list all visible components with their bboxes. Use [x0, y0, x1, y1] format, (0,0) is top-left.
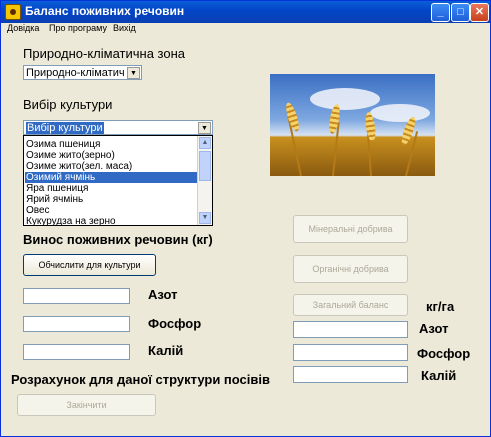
- finish-button[interactable]: Закінчити: [17, 394, 156, 416]
- potassium-removal-field[interactable]: [23, 344, 130, 360]
- mineral-fertilizers-button[interactable]: Мінеральні добрива: [293, 215, 408, 243]
- phosphorus-removal-field[interactable]: [23, 316, 130, 332]
- phosphorus-balance-field[interactable]: [293, 344, 408, 361]
- nitrogen-removal-label: Азот: [148, 287, 178, 302]
- wheat-field-photo: [270, 74, 435, 176]
- cloud-shape: [370, 104, 430, 122]
- zone-select[interactable]: Природно-кліматич ▼: [23, 65, 142, 80]
- scroll-up-icon[interactable]: ▲: [199, 137, 211, 149]
- phosphorus-removal-label: Фосфор: [148, 316, 202, 331]
- nitrogen-removal-field[interactable]: [23, 288, 130, 304]
- culture-select-value: Вибір культури: [26, 122, 104, 134]
- chevron-down-icon[interactable]: ▼: [127, 67, 140, 79]
- removal-label: Винос поживних речовин (кг): [23, 232, 213, 247]
- scroll-down-icon[interactable]: ▼: [199, 212, 211, 224]
- unit-label: кг/га: [426, 299, 455, 314]
- structure-label: Розрахунок для даної структури посівів: [11, 372, 270, 387]
- minimize-button[interactable]: _: [431, 3, 450, 22]
- zone-label: Природно-кліматична зона: [23, 46, 185, 61]
- list-item[interactable]: Озиме жито(зерно): [25, 150, 198, 161]
- potassium-removal-label: Калій: [148, 343, 184, 358]
- maximize-button[interactable]: □: [451, 3, 470, 22]
- window-title: Баланс поживних речовин: [25, 4, 185, 18]
- culture-label: Вибір культури: [23, 97, 113, 112]
- nitrogen-balance-label: Азот: [419, 321, 449, 336]
- total-balance-button[interactable]: Загальний баланс: [293, 294, 408, 316]
- chevron-down-icon[interactable]: ▼: [198, 122, 211, 134]
- culture-select[interactable]: Вибір культури ▼: [23, 120, 213, 135]
- potassium-balance-field[interactable]: [293, 366, 408, 383]
- list-item[interactable]: Кукурудза на зерно: [25, 216, 198, 225]
- dropdown-scrollbar[interactable]: ▲ ▼: [197, 136, 212, 225]
- list-item[interactable]: Озиме жито(зел. маса): [25, 161, 198, 172]
- menu-bar: Довідка Про програму Вихід: [1, 23, 490, 36]
- organic-fertilizers-button[interactable]: Органічні добрива: [293, 255, 408, 283]
- wheat-ear: [283, 101, 302, 133]
- nitrogen-balance-field[interactable]: [293, 321, 408, 338]
- culture-dropdown-list[interactable]: Озима пшениця Озиме жито(зерно) Озиме жи…: [23, 135, 213, 226]
- scroll-thumb[interactable]: [199, 151, 211, 181]
- phosphorus-balance-label: Фосфор: [417, 346, 471, 361]
- potassium-balance-label: Калій: [421, 368, 457, 383]
- menu-about[interactable]: Про програму: [49, 23, 107, 33]
- list-item[interactable]: Ярий ячмінь: [25, 194, 198, 205]
- list-item[interactable]: Овес: [25, 205, 198, 216]
- menu-help[interactable]: Довідка: [7, 23, 39, 33]
- app-icon[interactable]: [5, 4, 21, 20]
- close-button[interactable]: ✕: [470, 3, 489, 22]
- cloud-shape: [310, 88, 380, 110]
- list-item[interactable]: Яра пшениця: [25, 183, 198, 194]
- main-window: Баланс поживних речовин _ □ ✕ Довідка Пр…: [0, 0, 491, 437]
- list-item[interactable]: Озима пшениця: [25, 139, 198, 150]
- title-bar[interactable]: Баланс поживних речовин _ □ ✕: [1, 1, 490, 23]
- calculate-culture-button[interactable]: Обчислити для культури: [23, 254, 156, 276]
- list-item-selected[interactable]: Озимий ячмінь: [25, 172, 198, 183]
- zone-select-value: Природно-кліматич: [26, 67, 125, 79]
- menu-exit[interactable]: Вихід: [113, 23, 136, 33]
